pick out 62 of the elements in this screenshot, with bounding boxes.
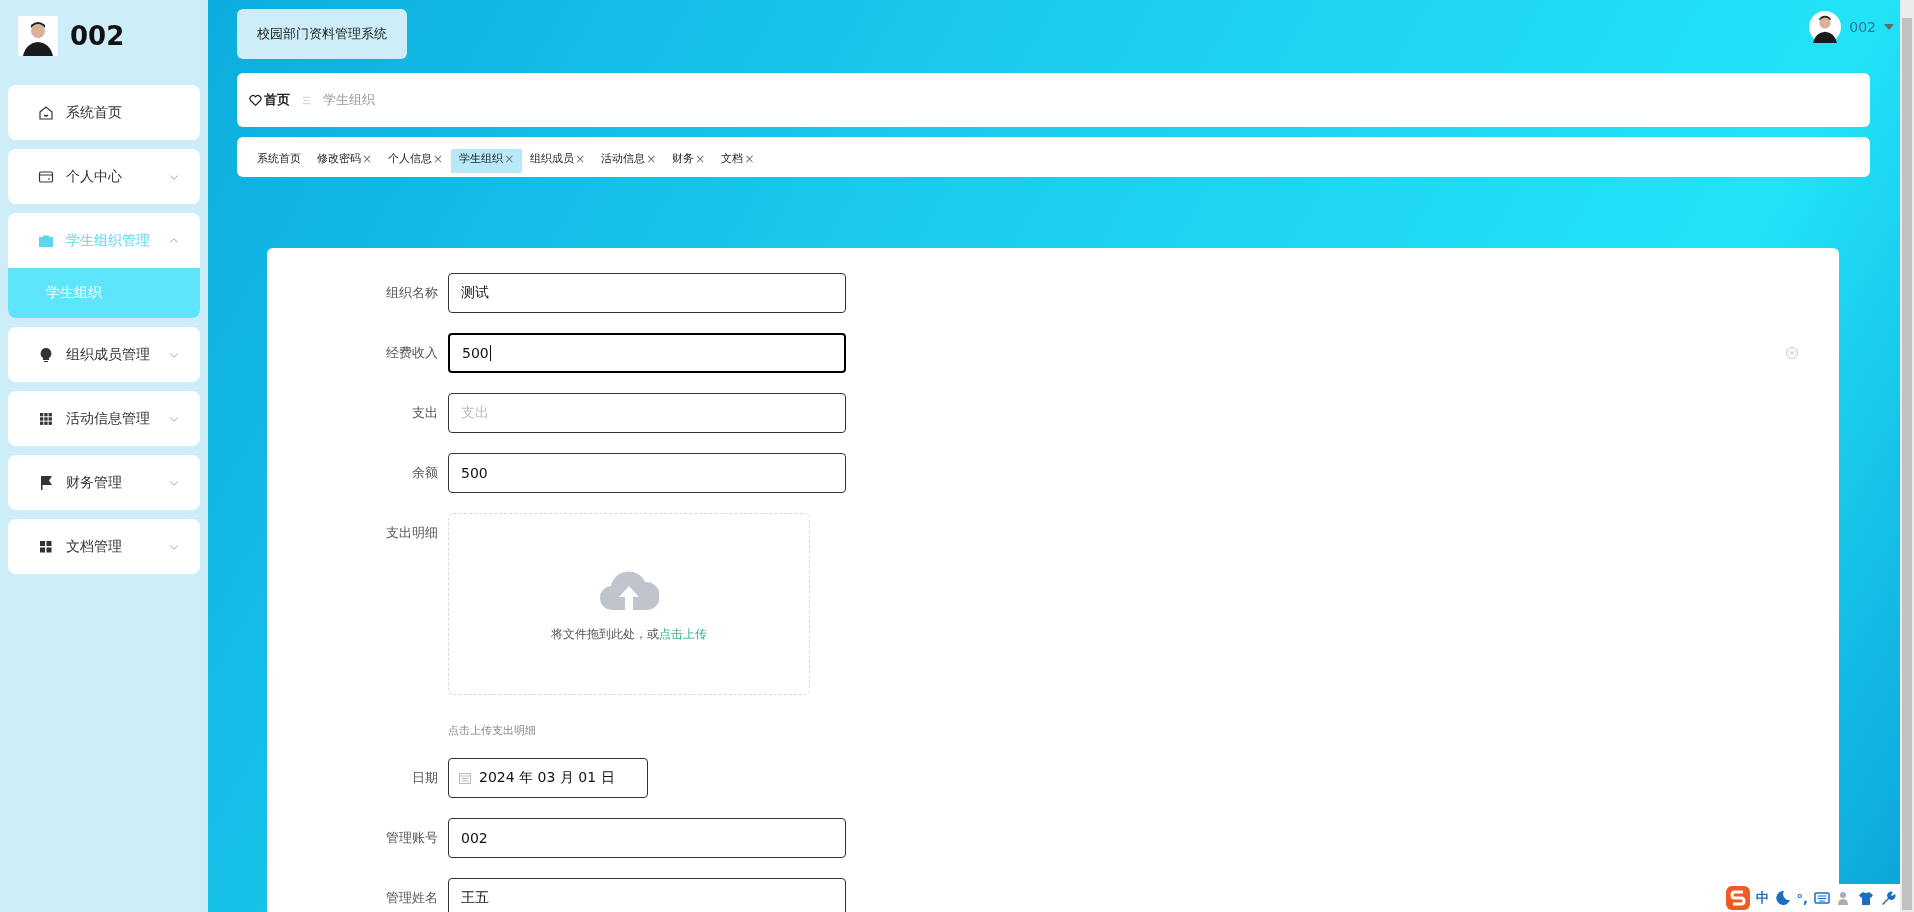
upload-instruction: 将文件拖到此处，或点击上传 <box>551 625 707 643</box>
page-tab[interactable]: 活动信息× <box>593 149 665 173</box>
app-title: 校园部门资料管理系统 <box>237 9 407 59</box>
date-field[interactable]: 2024 年 03 月 01 日 <box>448 758 648 798</box>
grid-icon <box>38 538 54 555</box>
ime-mode[interactable]: 中 <box>1755 889 1769 907</box>
page-tab[interactable]: 文档× <box>713 149 763 173</box>
field-label: 经费收入 <box>385 344 439 362</box>
user-avatar[interactable] <box>1809 11 1842 43</box>
ime-punctuation[interactable]: °, <box>1796 890 1808 906</box>
home-icon <box>38 104 54 121</box>
keyboard-icon[interactable] <box>1814 890 1830 906</box>
field-label: 余额 <box>411 464 439 482</box>
page-tab[interactable]: 系统首页 <box>249 149 309 173</box>
sidebar-item[interactable]: 个人中心 <box>8 149 200 204</box>
card-icon <box>38 168 54 185</box>
page-tab[interactable]: 组织成员× <box>522 149 594 173</box>
user-name: 002 <box>70 21 125 51</box>
separator-icon <box>302 95 311 105</box>
sidebar-item[interactable]: 组织成员管理 <box>8 327 200 382</box>
flag-icon <box>38 474 54 491</box>
page-tab[interactable]: 修改密码× <box>309 149 381 173</box>
sidebar-item[interactable]: 系统首页 <box>8 85 200 140</box>
field-label: 支出明细 <box>385 524 439 542</box>
user-avatar <box>18 16 58 56</box>
breadcrumb-link[interactable]: 首页 <box>264 91 290 109</box>
input-field[interactable]: 002 <box>448 818 846 858</box>
input-field[interactable]: 500 <box>448 333 846 373</box>
field-label: 支出 <box>411 404 439 422</box>
input-field[interactable]: 测试 <box>448 273 846 313</box>
field-label: 组织名称 <box>385 284 439 302</box>
sidebar-item[interactable]: 活动信息管理 <box>8 391 200 446</box>
scrollbar[interactable] <box>1900 0 1914 912</box>
close-icon[interactable]: × <box>575 152 586 166</box>
caret-icon[interactable] <box>1884 24 1894 30</box>
field-label: 日期 <box>411 769 439 787</box>
heart-icon <box>249 93 262 107</box>
page-tab[interactable]: 财务× <box>664 149 714 173</box>
field-label: 管理账号 <box>385 829 439 847</box>
close-icon[interactable]: × <box>646 152 657 166</box>
wrench-icon[interactable] <box>1880 890 1896 906</box>
sidebar-item[interactable]: 财务管理 <box>8 455 200 510</box>
close-icon[interactable]: × <box>433 152 444 166</box>
shirt-icon[interactable] <box>1858 890 1874 906</box>
close-icon[interactable]: × <box>695 152 706 166</box>
page-tab[interactable]: 个人信息× <box>380 149 452 173</box>
close-icon[interactable]: × <box>744 152 755 166</box>
page-tab[interactable]: 学生组织× <box>451 149 523 173</box>
breadcrumb-current: 学生组织 <box>323 91 375 109</box>
close-icon[interactable]: × <box>504 152 515 166</box>
upload-hint: 点击上传支出明细 <box>448 723 537 738</box>
sidebar-item[interactable]: 文档管理 <box>8 519 200 574</box>
moon-icon[interactable] <box>1774 890 1791 906</box>
field-label: 管理姓名 <box>385 889 439 907</box>
close-icon[interactable]: × <box>362 152 373 166</box>
calendar-icon <box>459 772 471 784</box>
grid-icon <box>38 410 54 427</box>
input-field[interactable]: 500 <box>448 453 846 493</box>
lightbulb-icon <box>38 346 54 363</box>
upload-dropzone[interactable]: 将文件拖到此处，或点击上传 <box>448 513 810 695</box>
input-field[interactable]: 王五 <box>448 878 846 912</box>
ime-logo-icon[interactable] <box>1723 884 1752 912</box>
